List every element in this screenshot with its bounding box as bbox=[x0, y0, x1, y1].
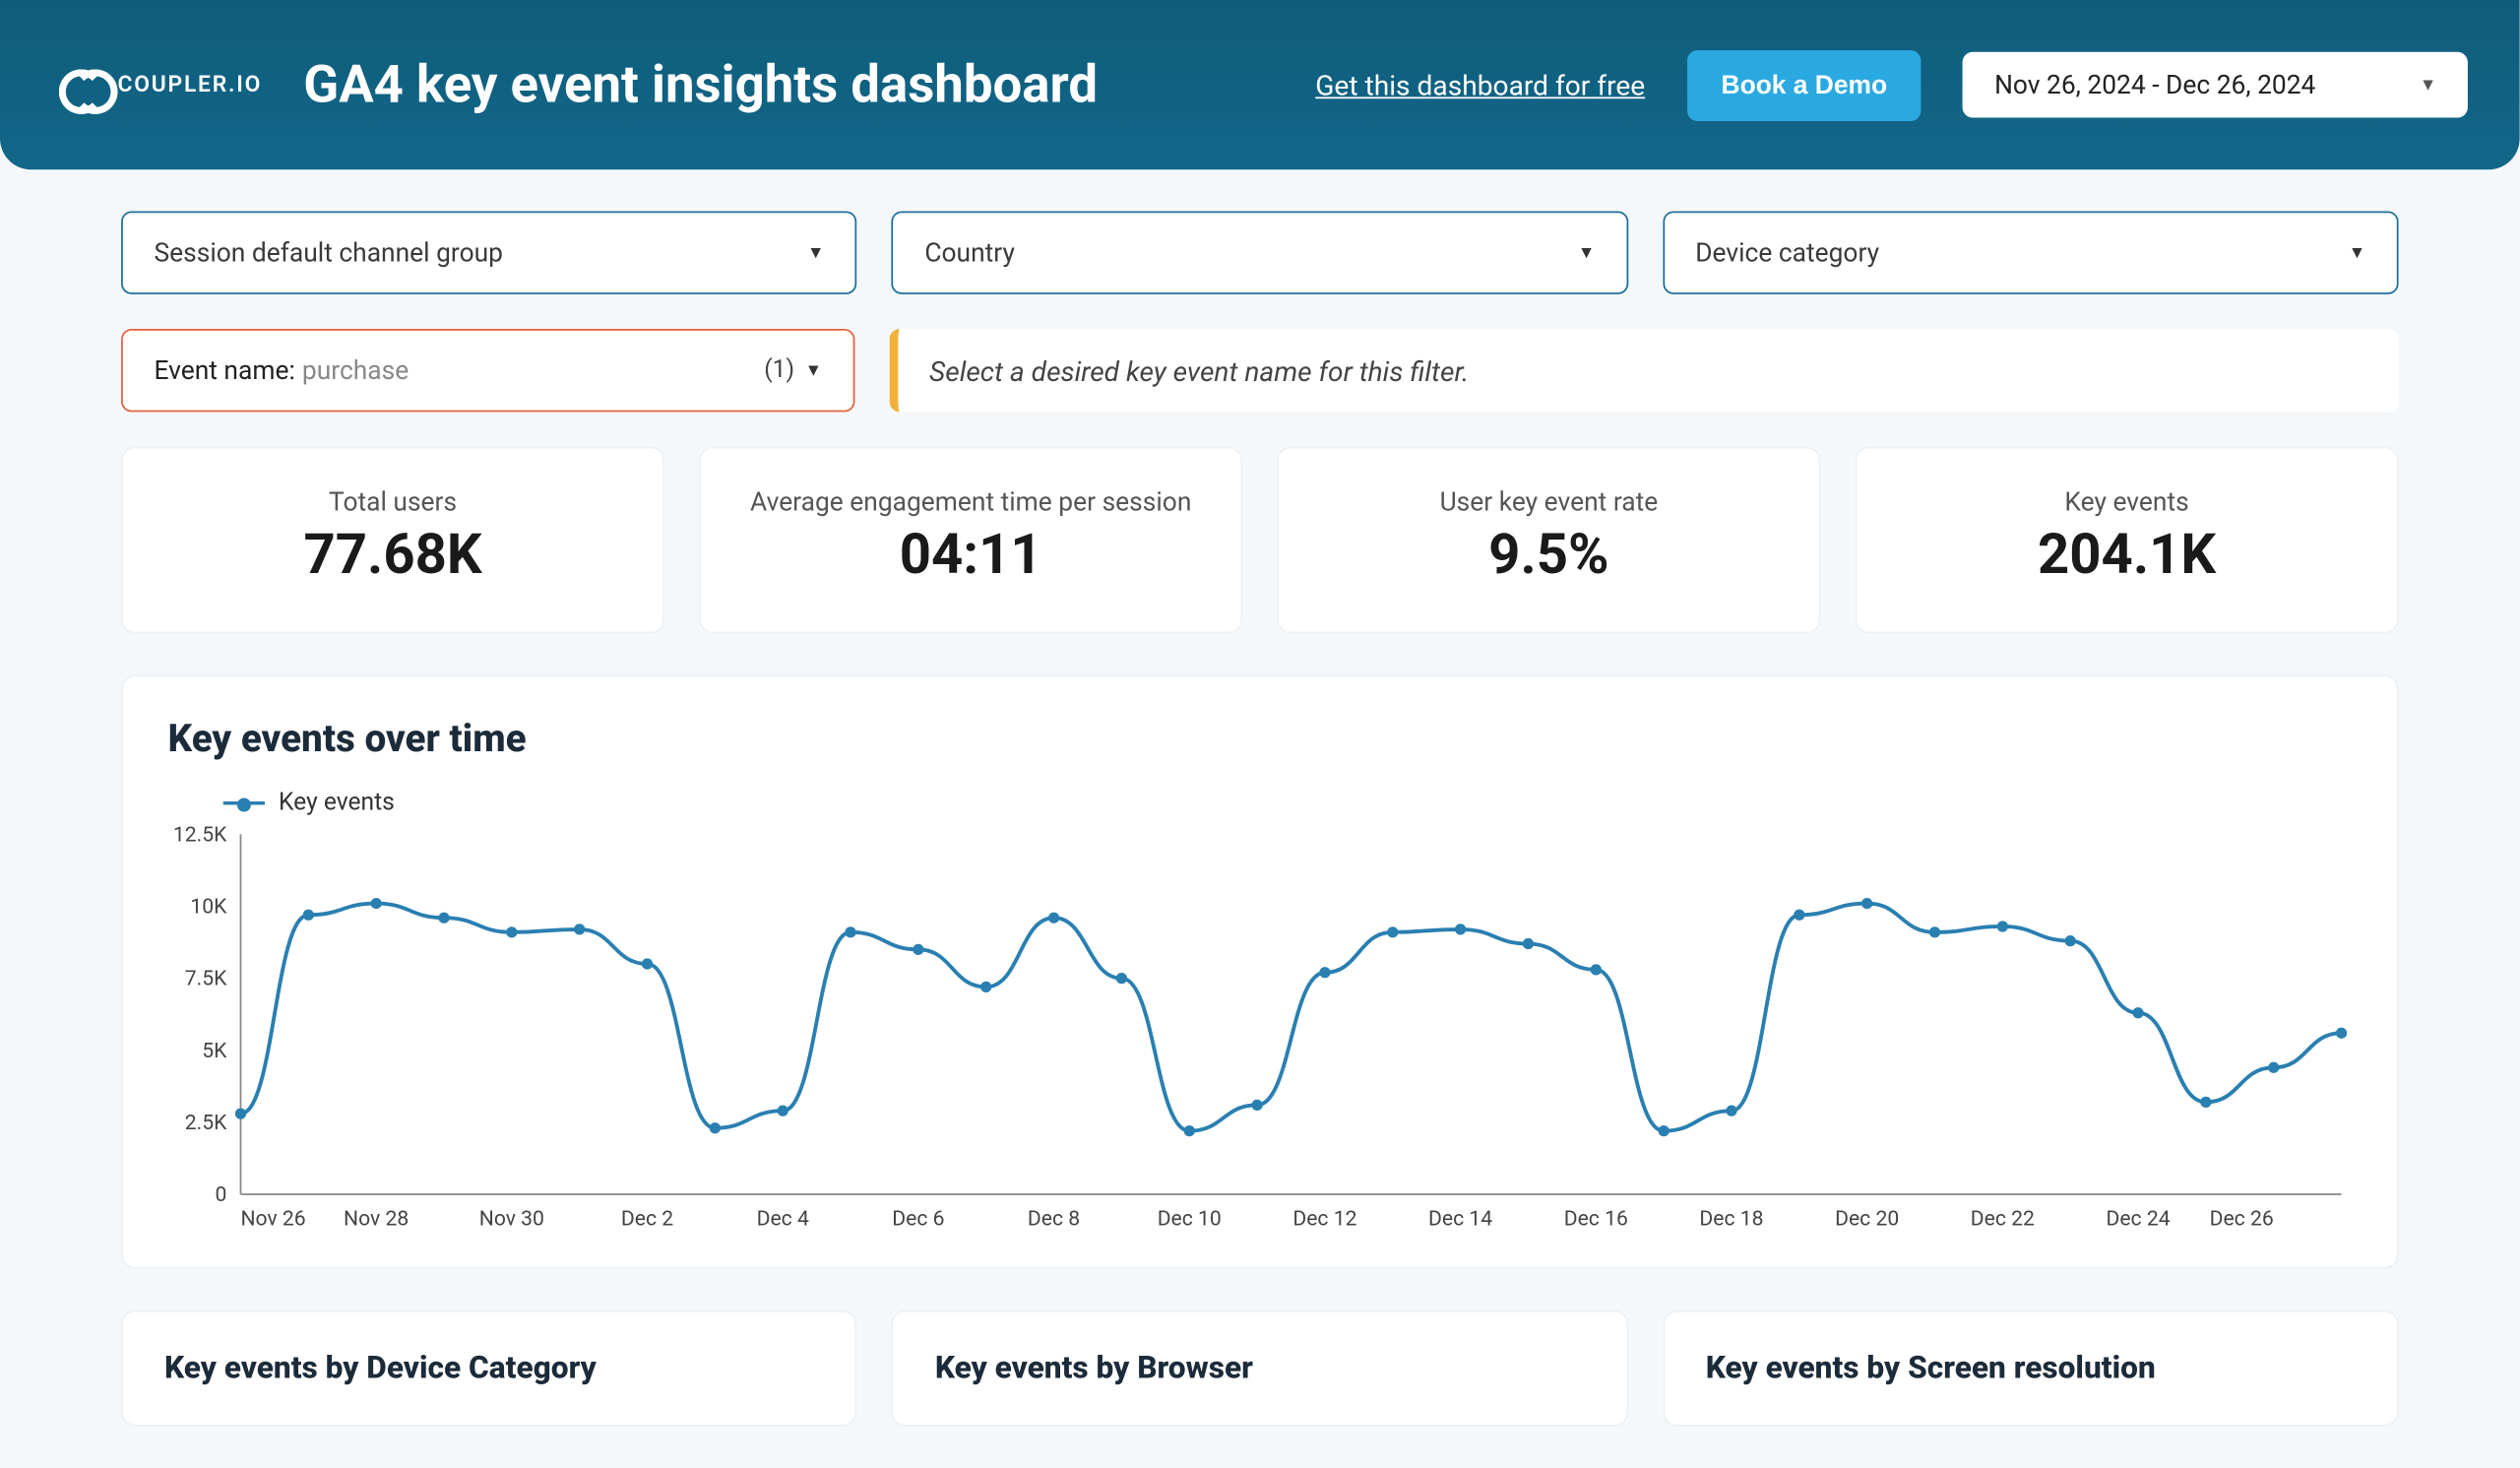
svg-text:Nov 30: Nov 30 bbox=[479, 1207, 544, 1232]
metric-value: 77.68K bbox=[140, 521, 645, 587]
card-key-events-device: Key events by Device Category bbox=[121, 1310, 857, 1427]
filter-label: Device category bbox=[1695, 237, 1879, 269]
filter-device-category[interactable]: Device category ▼ bbox=[1663, 211, 2399, 293]
filter-row: Session default channel group ▼ Country … bbox=[121, 211, 2399, 293]
legend-swatch-icon bbox=[223, 801, 265, 805]
filter-channel-group[interactable]: Session default channel group ▼ bbox=[121, 211, 857, 293]
card-title: Key events by Browser bbox=[935, 1350, 1585, 1386]
chevron-down-icon: ▼ bbox=[2420, 75, 2436, 94]
svg-text:Dec 10: Dec 10 bbox=[1158, 1207, 1222, 1232]
svg-text:Dec 14: Dec 14 bbox=[1428, 1207, 1492, 1232]
filter-event-name[interactable]: Event name: purchase (1) ▼ bbox=[121, 329, 854, 412]
metric-total-users: Total users 77.68K bbox=[121, 447, 664, 634]
svg-text:Dec 26: Dec 26 bbox=[2210, 1207, 2274, 1232]
metric-label: Key events bbox=[1874, 486, 2379, 518]
filter-row-2: Event name: purchase (1) ▼ Select a desi… bbox=[121, 329, 2399, 412]
svg-text:7.5K: 7.5K bbox=[185, 967, 227, 991]
metric-engagement-time: Average engagement time per session 04:1… bbox=[699, 447, 1242, 634]
chevron-down-icon: ▼ bbox=[807, 243, 824, 262]
metrics-row: Total users 77.68K Average engagement ti… bbox=[121, 447, 2399, 634]
chart-plot-area: 0 2.5K 5K 7.5K 10K 12.5K Nov 26 Nov 28 Nov 30 Dec… bbox=[168, 824, 2353, 1236]
card-title: Key events by Device Category bbox=[164, 1350, 814, 1386]
brand-name: COUPLER.IO bbox=[118, 72, 263, 97]
svg-text:2.5K: 2.5K bbox=[185, 1111, 227, 1135]
chart-legend: Key events bbox=[223, 790, 2352, 817]
metric-label: User key event rate bbox=[1296, 486, 1801, 518]
chevron-down-icon: ▼ bbox=[805, 361, 822, 380]
filter-value: purchase bbox=[302, 354, 409, 386]
get-dashboard-link[interactable]: Get this dashboard for free bbox=[1315, 68, 1645, 100]
card-key-events-browser: Key events by Browser bbox=[892, 1310, 1628, 1427]
svg-text:Dec 4: Dec 4 bbox=[757, 1207, 809, 1232]
date-range-value: Nov 26, 2024 - Dec 26, 2024 bbox=[1994, 69, 2315, 100]
svg-text:Dec 18: Dec 18 bbox=[1699, 1207, 1763, 1232]
card-title: Key events by Screen resolution bbox=[1706, 1350, 2356, 1386]
svg-text:5K: 5K bbox=[202, 1039, 227, 1063]
chevron-down-icon: ▼ bbox=[2349, 243, 2365, 262]
svg-text:Dec 6: Dec 6 bbox=[892, 1207, 944, 1232]
metric-label: Average engagement time per session bbox=[719, 486, 1224, 518]
metric-label: Total users bbox=[140, 486, 645, 518]
svg-text:Dec 20: Dec 20 bbox=[1835, 1207, 1899, 1232]
svg-text:Dec 24: Dec 24 bbox=[2106, 1207, 2170, 1232]
legend-label: Key events bbox=[279, 790, 395, 817]
app-header: COUPLER.IO GA4 key event insights dashbo… bbox=[0, 0, 2520, 169]
filter-country[interactable]: Country ▼ bbox=[892, 211, 1628, 293]
chart-key-events-over-time: Key events over time Key events 0 2.5K 5K 7… bbox=[121, 675, 2399, 1269]
metric-value: 04:11 bbox=[719, 521, 1224, 587]
lower-charts-row: Key events by Device Category Key events… bbox=[121, 1310, 2399, 1427]
filter-label: Session default channel group bbox=[154, 237, 503, 269]
svg-text:Nov 28: Nov 28 bbox=[344, 1207, 409, 1232]
brand-logo: COUPLER.IO bbox=[59, 62, 262, 107]
svg-text:Dec 22: Dec 22 bbox=[1971, 1207, 2035, 1232]
book-demo-button[interactable]: Book a Demo bbox=[1686, 49, 1922, 120]
card-key-events-screen: Key events by Screen resolution bbox=[1663, 1310, 2399, 1427]
svg-text:Dec 12: Dec 12 bbox=[1292, 1207, 1356, 1232]
date-range-picker[interactable]: Nov 26, 2024 - Dec 26, 2024 ▼ bbox=[1963, 52, 2467, 118]
svg-text:0: 0 bbox=[216, 1182, 227, 1207]
svg-text:10K: 10K bbox=[190, 895, 227, 920]
filter-hint: Select a desired key event name for this… bbox=[890, 329, 2399, 412]
svg-text:12.5K: 12.5K bbox=[173, 824, 227, 848]
chart-title: Key events over time bbox=[168, 719, 2353, 762]
brand-logo-icon bbox=[59, 62, 104, 107]
page-title: GA4 key event insights dashboard bbox=[303, 54, 1098, 115]
metric-value: 204.1K bbox=[1874, 521, 2379, 587]
metric-key-event-rate: User key event rate 9.5% bbox=[1277, 447, 1820, 634]
filter-label: Event name: bbox=[154, 354, 294, 386]
metric-value: 9.5% bbox=[1296, 521, 1801, 587]
svg-text:Dec 2: Dec 2 bbox=[621, 1207, 673, 1232]
metric-key-events: Key events 204.1K bbox=[1856, 447, 2399, 634]
filter-count: (1) bbox=[764, 356, 794, 384]
svg-text:Nov 26: Nov 26 bbox=[240, 1207, 305, 1232]
svg-text:Dec 16: Dec 16 bbox=[1564, 1207, 1628, 1232]
chevron-down-icon: ▼ bbox=[1578, 243, 1595, 262]
filter-label: Country bbox=[924, 237, 1015, 269]
svg-text:Dec 8: Dec 8 bbox=[1028, 1207, 1080, 1232]
